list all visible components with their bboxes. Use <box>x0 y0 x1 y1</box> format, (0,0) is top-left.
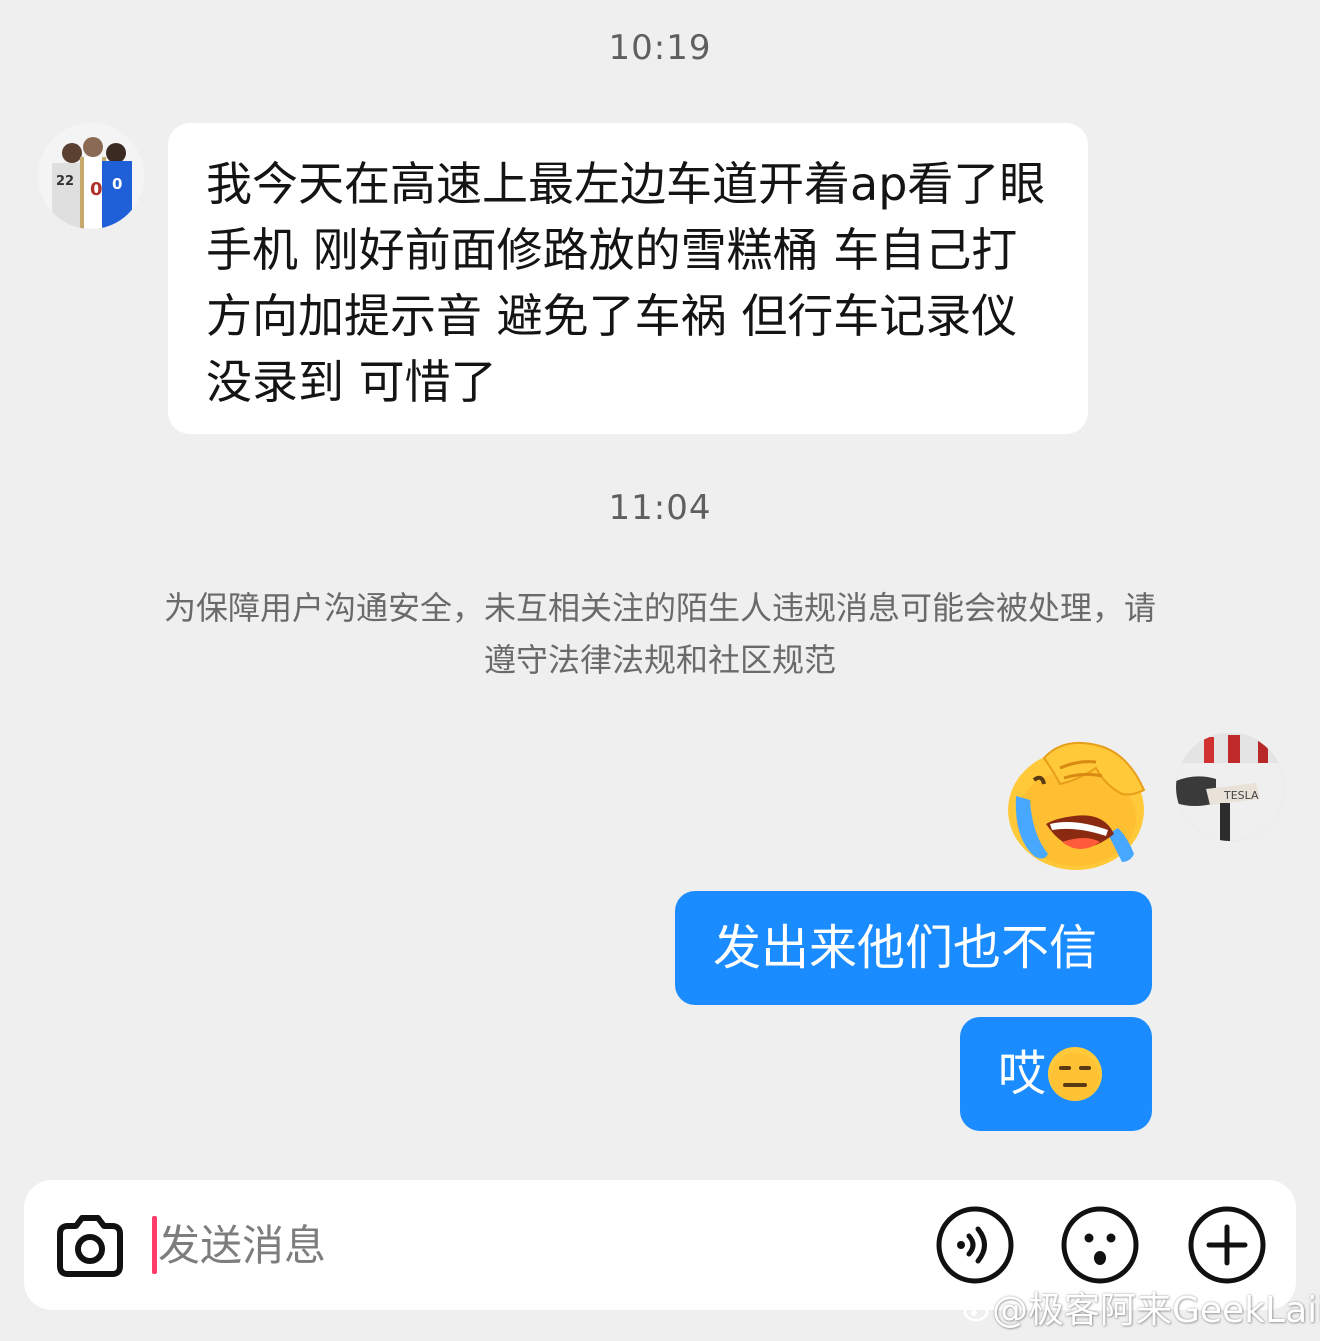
outgoing-message-text: 发出来他们也不信 <box>713 920 1098 976</box>
outgoing-message-text: 哎 <box>998 1046 1047 1102</box>
plus-icon[interactable] <box>1187 1205 1267 1285</box>
outgoing-message-bubble[interactable]: 哎 <box>960 1017 1152 1131</box>
timestamp: 11:04 <box>608 488 712 528</box>
watermark-text: @极客阿来GeekLaii <box>992 1290 1320 1331</box>
incoming-message-text: 我今天在高速上最左边车道开着ap看了眼手机 刚好前面修路放的雪糕桶 车自己打方向… <box>206 157 1046 409</box>
contact-avatar[interactable]: 22 0 0 <box>38 123 144 229</box>
emoji-icon[interactable] <box>1060 1205 1140 1285</box>
camera-icon[interactable] <box>50 1206 130 1286</box>
weibo-icon <box>964 1296 990 1322</box>
outgoing-message-bubble[interactable]: 发出来他们也不信 <box>675 891 1152 1005</box>
svg-text:0: 0 <box>90 179 103 200</box>
facepalm-crying-emoji[interactable] <box>1004 738 1152 872</box>
svg-text:0: 0 <box>112 175 122 193</box>
my-avatar[interactable]: TESLA <box>1176 733 1284 841</box>
text-cursor <box>152 1216 157 1274</box>
incoming-message-bubble[interactable]: 我今天在高速上最左边车道开着ap看了眼手机 刚好前面修路放的雪糕桶 车自己打方向… <box>168 123 1088 434</box>
expressionless-face-emoji <box>1048 1047 1102 1101</box>
voice-icon[interactable] <box>935 1205 1015 1285</box>
safety-notice: 为保障用户沟通安全，未互相关注的陌生人违规消息可能会被处理，请遵守法律法规和社区… <box>163 589 1156 679</box>
svg-text:TESLA: TESLA <box>1223 789 1259 802</box>
svg-text:22: 22 <box>56 174 74 189</box>
message-input[interactable] <box>158 1210 798 1280</box>
timestamp: 10:19 <box>608 28 712 68</box>
